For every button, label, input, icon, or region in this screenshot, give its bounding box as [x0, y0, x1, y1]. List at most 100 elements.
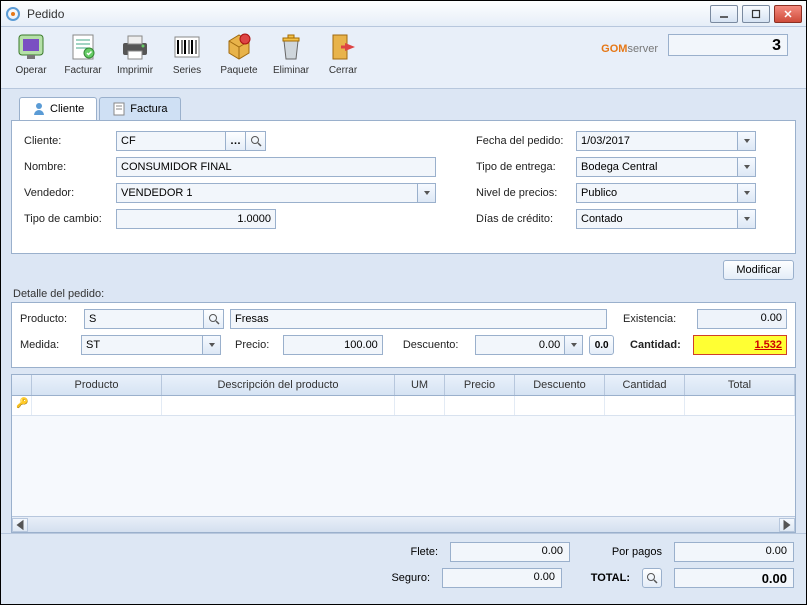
cliente-input[interactable] — [116, 131, 226, 151]
detail-section-label: Detalle del pedido: — [13, 288, 794, 300]
tabbar: Cliente Factura — [19, 97, 796, 120]
fecha-label: Fecha del pedido: — [476, 135, 576, 147]
descuento-label: Descuento: — [403, 339, 469, 351]
porpagos-label: Por pagos — [582, 546, 662, 558]
scroll-left-button[interactable] — [12, 518, 28, 532]
tab-cliente[interactable]: Cliente — [19, 97, 97, 120]
existencia-label: Existencia: — [623, 313, 691, 325]
package-icon — [223, 31, 255, 63]
grid-header: Producto Descripción del producto UM Pre… — [12, 375, 795, 396]
producto-name-input[interactable] — [230, 309, 607, 329]
total-label: TOTAL: — [574, 572, 630, 584]
eliminar-button[interactable]: Eliminar — [269, 31, 313, 76]
seguro-label: Seguro: — [360, 572, 430, 584]
producto-code-input[interactable] — [84, 309, 204, 329]
flete-value: 0.00 — [450, 542, 570, 562]
vendedor-dropdown-arrow[interactable] — [418, 183, 436, 203]
total-value: 0.00 — [674, 568, 794, 588]
cliente-panel: Cliente: … Nombre: Vendedor: Tipo — [11, 120, 796, 254]
grid-filter-row[interactable]: 🔑 — [12, 396, 795, 416]
window-frame: Pedido Operar Facturar Imprimir Series P… — [0, 0, 807, 605]
tipocambio-label: Tipo de cambio: — [24, 213, 116, 225]
tipoentrega-select[interactable] — [576, 157, 738, 177]
invoice-icon — [112, 102, 126, 116]
dias-select[interactable] — [576, 209, 738, 229]
titlebar: Pedido — [1, 1, 806, 27]
facturar-icon — [67, 31, 99, 63]
total-search-button[interactable] — [642, 568, 662, 588]
cantidad-label: Cantidad: — [630, 339, 687, 351]
tab-factura[interactable]: Factura — [99, 97, 180, 120]
trash-icon — [275, 31, 307, 63]
porpagos-value: 0.00 — [674, 542, 794, 562]
scroll-right-button[interactable] — [779, 518, 795, 532]
detail-panel: Producto: Existencia: 0.00 Medida: Preci… — [11, 302, 796, 368]
grid-empty-area — [12, 416, 795, 516]
paquete-label: Paquete — [220, 65, 257, 76]
tipoentrega-label: Tipo de entrega: — [476, 161, 576, 173]
minimize-button[interactable] — [710, 5, 738, 23]
nivel-select[interactable] — [576, 183, 738, 203]
imprimir-button[interactable]: Imprimir — [113, 31, 157, 76]
cantidad-input[interactable] — [693, 335, 787, 355]
tipocambio-input[interactable] — [116, 209, 276, 229]
facturar-button[interactable]: Facturar — [61, 31, 105, 76]
person-icon — [32, 102, 46, 116]
grid-col-descripcion[interactable]: Descripción del producto — [162, 375, 395, 395]
producto-label: Producto: — [20, 313, 78, 325]
vendedor-label: Vendedor: — [24, 187, 116, 199]
vendedor-select[interactable] — [116, 183, 418, 203]
grid-col-precio[interactable]: Precio — [445, 375, 515, 395]
nombre-input[interactable] — [116, 157, 436, 177]
medida-select[interactable] — [81, 335, 203, 355]
zero-button[interactable]: 0.0 — [589, 335, 614, 355]
document-number: 3 — [668, 34, 788, 56]
toolbar: Operar Facturar Imprimir Series Paquete … — [1, 27, 806, 89]
cerrar-button[interactable]: Cerrar — [321, 31, 365, 76]
series-label: Series — [173, 65, 201, 76]
descuento-dropdown-arrow[interactable] — [565, 335, 583, 355]
nivel-label: Nivel de precios: — [476, 187, 576, 199]
grid-col-cantidad[interactable]: Cantidad — [605, 375, 685, 395]
brand-area: GOMserver 3 — [601, 31, 798, 59]
footer: Flete: 0.00 Por pagos 0.00 Seguro: 0.00 … — [1, 533, 806, 604]
grid-hscrollbar[interactable] — [12, 516, 795, 532]
operar-button[interactable]: Operar — [9, 31, 53, 76]
precio-input[interactable] — [283, 335, 383, 355]
grid-col-descuento[interactable]: Descuento — [515, 375, 605, 395]
producto-search-button[interactable] — [204, 309, 224, 329]
flete-label: Flete: — [368, 546, 438, 558]
maximize-button[interactable] — [742, 5, 770, 23]
operar-label: Operar — [15, 65, 46, 76]
grid-col-producto[interactable]: Producto — [32, 375, 162, 395]
fecha-input[interactable] — [576, 131, 738, 151]
cliente-search-button[interactable] — [246, 131, 266, 151]
eliminar-label: Eliminar — [273, 65, 309, 76]
window-title: Pedido — [27, 7, 710, 21]
close-button[interactable] — [774, 5, 802, 23]
imprimir-label: Imprimir — [117, 65, 153, 76]
descuento-input[interactable] — [475, 335, 565, 355]
dias-dropdown-arrow[interactable] — [738, 209, 756, 229]
paquete-button[interactable]: Paquete — [217, 31, 261, 76]
printer-icon — [119, 31, 151, 63]
precio-label: Precio: — [235, 339, 277, 351]
seguro-value: 0.00 — [442, 568, 562, 588]
cliente-label: Cliente: — [24, 135, 116, 147]
exit-icon — [327, 31, 359, 63]
tipoentrega-dropdown-arrow[interactable] — [738, 157, 756, 177]
series-button[interactable]: Series — [165, 31, 209, 76]
medida-dropdown-arrow[interactable] — [203, 335, 221, 355]
nivel-dropdown-arrow[interactable] — [738, 183, 756, 203]
nombre-label: Nombre: — [24, 161, 116, 173]
items-grid: Producto Descripción del producto UM Pre… — [11, 374, 796, 533]
dias-label: Días de crédito: — [476, 213, 576, 225]
fecha-dropdown-arrow[interactable] — [738, 131, 756, 151]
grid-col-total[interactable]: Total — [685, 375, 795, 395]
grid-col-um[interactable]: UM — [395, 375, 445, 395]
modificar-button[interactable]: Modificar — [723, 260, 794, 280]
grid-col-selector[interactable] — [12, 375, 32, 395]
cliente-browse-button[interactable]: … — [226, 131, 246, 151]
tab-factura-label: Factura — [130, 103, 167, 115]
tab-cliente-label: Cliente — [50, 103, 84, 115]
